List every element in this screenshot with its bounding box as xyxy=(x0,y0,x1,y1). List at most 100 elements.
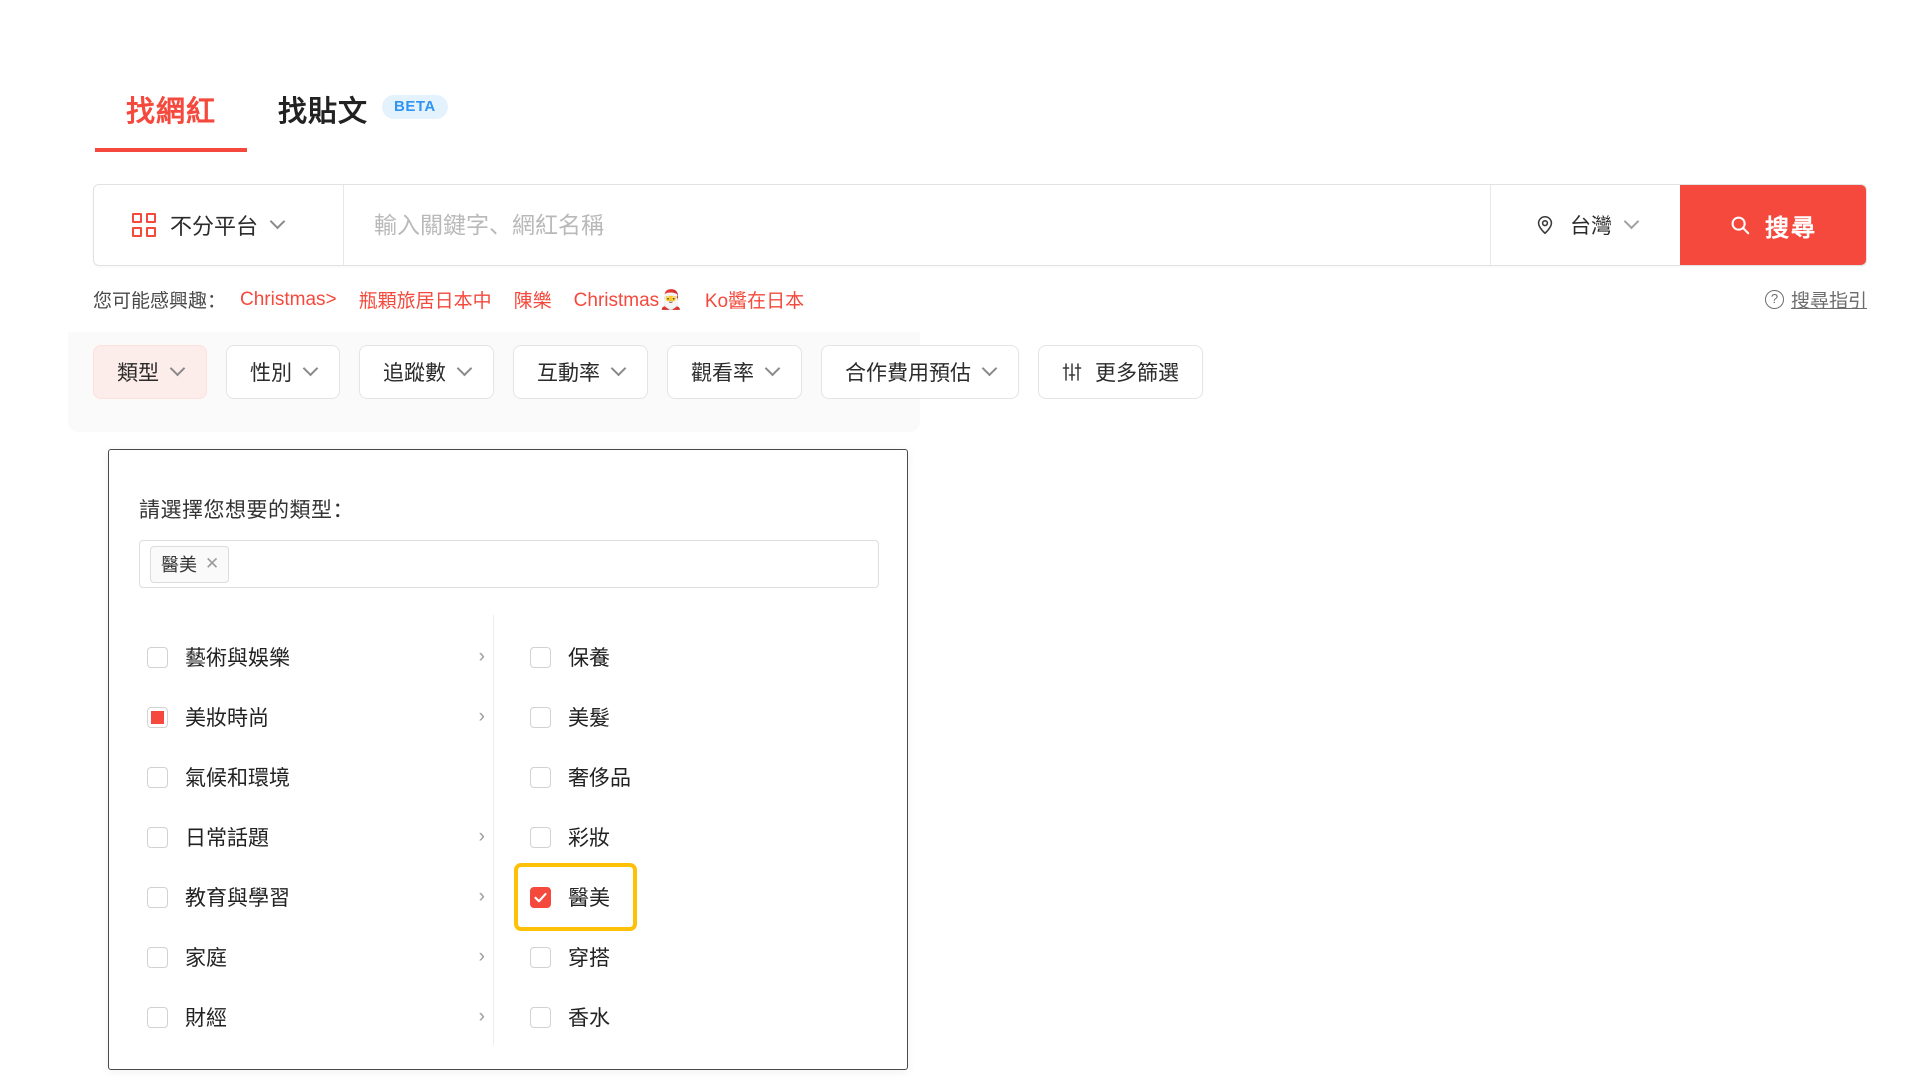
checkbox[interactable] xyxy=(530,766,551,788)
type-option-label: 香水 xyxy=(568,1007,610,1030)
type-option-haircare[interactable]: 美髮 xyxy=(522,687,824,747)
type-option-label: 美妝時尚 xyxy=(185,707,269,730)
grid-icon xyxy=(132,213,156,237)
main-tabs: 找網紅 找貼文 BETA xyxy=(95,88,479,152)
suggestion-item[interactable]: Christmas> xyxy=(240,289,337,311)
selected-types-input[interactable]: 醫美 ✕ xyxy=(139,540,879,588)
checkbox[interactable] xyxy=(530,826,551,848)
checkbox[interactable] xyxy=(530,1006,551,1028)
chevron-right-icon: › xyxy=(478,646,485,667)
type-option-label: 氣候和環境 xyxy=(185,767,290,790)
type-filter-panel: 請選擇您想要的類型： 醫美 ✕ 藝術與娛樂 › 美妝時尚 › 氣候和環境 日常話… xyxy=(108,449,908,1070)
suggestion-item[interactable]: 陳樂 xyxy=(514,286,552,313)
suggestion-chips: Christmas> 瓶顆旅居日本中 陳樂 Christmas🎅 Ko醬在日本 xyxy=(240,286,804,313)
type-option-label: 保養 xyxy=(568,647,610,670)
chevron-down-icon xyxy=(610,360,627,376)
tab-find-influencer-label: 找網紅 xyxy=(126,96,217,128)
type-option-family[interactable]: 家庭 › xyxy=(139,927,493,987)
suggestion-item[interactable]: Christmas🎅 xyxy=(574,288,683,312)
chevron-down-icon xyxy=(169,360,186,376)
search-button[interactable]: 搜尋 xyxy=(1680,185,1866,265)
suggestions-label: 您可能感興趣： xyxy=(93,291,227,312)
type-option-label: 日常話題 xyxy=(185,827,269,850)
chevron-right-icon: › xyxy=(478,1006,485,1027)
search-button-label: 搜尋 xyxy=(1765,214,1817,242)
type-option-label: 醫美 xyxy=(568,887,610,910)
type-option-luxury[interactable]: 奢侈品 xyxy=(522,747,824,807)
chevron-down-icon xyxy=(1623,213,1640,229)
checkbox[interactable] xyxy=(147,826,168,848)
checkbox[interactable] xyxy=(147,646,168,668)
location-pin-icon xyxy=(1534,214,1556,236)
type-panel-title: 請選擇您想要的類型： xyxy=(139,499,354,522)
suggestions-row: 您可能感興趣： Christmas> 瓶顆旅居日本中 陳樂 Christmas🎅… xyxy=(93,286,1867,313)
filter-bar: 類型 性別 追蹤數 互動率 觀看率 合作費用預估 更多篩選 xyxy=(93,345,1203,399)
type-option-outfit[interactable]: 穿搭 xyxy=(522,927,824,987)
type-option-label: 穿搭 xyxy=(568,947,610,970)
filter-button-budget[interactable]: 合作費用預估 xyxy=(821,345,1019,399)
checkbox[interactable] xyxy=(530,886,551,908)
sliders-icon xyxy=(1062,363,1082,381)
type-option-columns: 藝術與娛樂 › 美妝時尚 › 氣候和環境 日常話題 › 教育與學習 › 家庭 ›… xyxy=(139,615,879,1045)
chevron-down-icon xyxy=(764,360,781,376)
page-root: 找網紅 找貼文 BETA 不分平台 台灣 xyxy=(0,0,1920,1080)
platform-selector[interactable]: 不分平台 xyxy=(94,185,344,265)
filter-button-gender[interactable]: 性別 xyxy=(226,345,340,399)
type-option-medical-aesthetics[interactable]: 醫美 xyxy=(514,863,637,931)
region-selector-label: 台灣 xyxy=(1570,215,1612,238)
checkbox[interactable] xyxy=(530,706,551,728)
tab-find-influencer[interactable]: 找網紅 xyxy=(95,88,248,152)
filter-button-view-rate[interactable]: 觀看率 xyxy=(667,345,802,399)
search-bar: 不分平台 台灣 搜尋 xyxy=(93,184,1867,266)
filter-button-followers[interactable]: 追蹤數 xyxy=(359,345,494,399)
beta-badge: BETA xyxy=(382,95,448,119)
search-guide-label: 搜尋指引 xyxy=(1790,291,1867,312)
type-option-skincare[interactable]: 保養 xyxy=(522,627,824,687)
type-parent-column: 藝術與娛樂 › 美妝時尚 › 氣候和環境 日常話題 › 教育與學習 › 家庭 ›… xyxy=(139,615,494,1045)
selected-type-chip: 醫美 ✕ xyxy=(150,545,230,583)
search-icon xyxy=(1729,214,1751,236)
chevron-down-icon xyxy=(981,360,998,376)
filter-button-more-label: 更多篩選 xyxy=(1095,362,1179,385)
close-icon[interactable]: ✕ xyxy=(205,555,219,572)
checkbox[interactable] xyxy=(147,1006,168,1028)
filter-button-type[interactable]: 類型 xyxy=(93,345,207,399)
filter-button-view-rate-label: 觀看率 xyxy=(691,362,754,385)
suggestion-item[interactable]: Ko醬在日本 xyxy=(705,286,804,313)
type-child-column: 保養 美髮 奢侈品 彩妝 醫美 穿搭 香水 xyxy=(494,615,824,1045)
checkbox[interactable] xyxy=(530,646,551,668)
checkbox[interactable] xyxy=(147,946,168,968)
chevron-right-icon: › xyxy=(478,826,485,847)
checkbox[interactable] xyxy=(147,766,168,788)
type-option-daily-topics[interactable]: 日常話題 › xyxy=(139,807,493,867)
type-option-label: 奢侈品 xyxy=(568,767,631,790)
checkbox[interactable] xyxy=(147,886,168,908)
type-option-label: 藝術與娛樂 xyxy=(185,647,290,670)
region-selector[interactable]: 台灣 xyxy=(1490,185,1680,265)
type-option-climate-environment[interactable]: 氣候和環境 xyxy=(139,747,493,807)
filter-button-type-label: 類型 xyxy=(117,362,159,385)
active-tab-underline xyxy=(95,148,248,152)
tab-find-post[interactable]: 找貼文 BETA xyxy=(247,88,479,152)
type-option-education-learning[interactable]: 教育與學習 › xyxy=(139,867,493,927)
filter-button-gender-label: 性別 xyxy=(250,362,292,385)
filter-button-engagement-rate-label: 互動率 xyxy=(537,362,600,385)
checkbox[interactable] xyxy=(530,946,551,968)
type-option-perfume[interactable]: 香水 xyxy=(522,987,824,1047)
search-input[interactable] xyxy=(374,211,1460,239)
search-guide-link[interactable]: ? 搜尋指引 xyxy=(1764,286,1867,313)
type-option-beauty-fashion[interactable]: 美妝時尚 › xyxy=(139,687,493,747)
type-option-makeup[interactable]: 彩妝 xyxy=(522,807,824,867)
type-option-label: 財經 xyxy=(185,1007,227,1030)
filter-button-engagement-rate[interactable]: 互動率 xyxy=(513,345,648,399)
type-option-finance[interactable]: 財經 › xyxy=(139,987,493,1047)
platform-selector-label: 不分平台 xyxy=(170,214,259,239)
suggestion-item[interactable]: 瓶顆旅居日本中 xyxy=(359,286,492,313)
chevron-down-icon xyxy=(456,360,473,376)
type-option-art-entertainment[interactable]: 藝術與娛樂 › xyxy=(139,627,493,687)
tab-find-post-label: 找貼文 xyxy=(278,96,369,128)
filter-button-more[interactable]: 更多篩選 xyxy=(1038,345,1203,399)
question-mark-icon: ? xyxy=(1764,290,1784,309)
checkbox[interactable] xyxy=(147,706,168,728)
filter-button-budget-label: 合作費用預估 xyxy=(845,362,971,385)
